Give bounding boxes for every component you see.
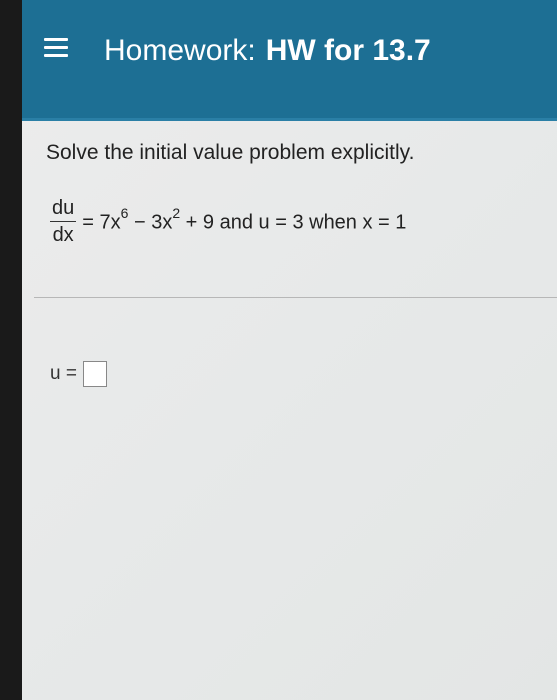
equation-right-side: = 7x6 − 3x2 + 9 and u = 3 when x = 1	[82, 204, 407, 235]
answer-row: u =	[50, 361, 107, 387]
page-title: Homework: HW for 13.7	[104, 34, 431, 68]
question-instruction: Solve the initial value problem explicit…	[46, 141, 415, 164]
answer-input[interactable]	[82, 361, 107, 387]
answer-label: u =	[50, 363, 77, 384]
fraction-denominator: dx	[52, 223, 74, 246]
app-screen: Homework: HW for 13.7 Solve the initial v…	[22, 0, 557, 700]
fraction-numerator: du	[50, 197, 77, 222]
question-content: Solve the initial value problem explicit…	[22, 121, 557, 700]
differential-equation: du dx = 7x6 − 3x2 + 9 and u = 3 when x =…	[50, 191, 406, 251]
derivative-fraction: du dx	[50, 197, 77, 246]
rhs-term-3: + 9 and u = 3 when x = 1	[180, 211, 407, 234]
rhs-term-1: = 7x	[82, 211, 121, 234]
exponent-1: 6	[120, 204, 129, 221]
assignment-name: HW for 13.7	[265, 34, 431, 67]
hamburger-menu-icon[interactable]	[44, 38, 68, 58]
title-prefix: Homework:	[104, 34, 256, 67]
section-divider	[34, 297, 557, 298]
exponent-2: 2	[172, 204, 181, 221]
app-header: Homework: HW for 13.7	[22, 0, 557, 121]
rhs-term-2: − 3x	[128, 211, 173, 234]
device-bezel	[0, 0, 22, 700]
